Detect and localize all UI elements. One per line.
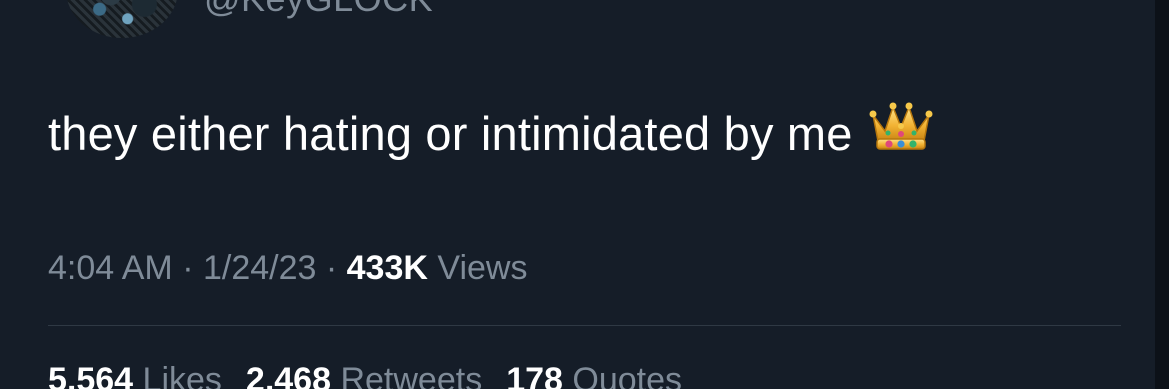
quotes-label: Quotes xyxy=(572,361,683,389)
tweet-time[interactable]: 4:04 AM xyxy=(48,249,173,287)
tweet-date[interactable]: 1/24/23 xyxy=(203,249,316,287)
crown-icon xyxy=(869,101,933,167)
retweets-stat[interactable]: 2,468 Retweets xyxy=(246,361,482,389)
separator: · xyxy=(172,249,203,287)
engagement-stats: 5,564 Likes 2,468 Retweets 178 Quotes xyxy=(48,358,706,389)
likes-label: Likes xyxy=(142,361,222,389)
retweets-count: 2,468 xyxy=(245,361,332,389)
quotes-stat[interactable]: 178 Quotes xyxy=(506,361,682,389)
views-count: 433K xyxy=(346,249,428,287)
likes-stat[interactable]: 5,564 Likes xyxy=(48,361,222,389)
tweet-body: they either hating or intimidated by me xyxy=(48,101,933,171)
author-handle[interactable]: @KeyGLOCK xyxy=(204,0,433,20)
window-edge xyxy=(1155,0,1169,389)
quotes-count: 178 xyxy=(506,361,563,389)
likes-count: 5,564 xyxy=(48,361,134,389)
views-label: Views xyxy=(437,249,528,287)
retweets-label: Retweets xyxy=(340,361,483,389)
tweet-text: they either hating or intimidated by me xyxy=(48,107,853,160)
avatar[interactable] xyxy=(66,0,178,38)
separator: · xyxy=(316,249,347,287)
divider xyxy=(48,325,1121,326)
tweet-metadata: 4:04 AM · 1/24/23 · 433K Views xyxy=(48,246,527,290)
tweet-detail-view: @KeyGLOCK they either hating or intimida… xyxy=(0,0,1169,389)
